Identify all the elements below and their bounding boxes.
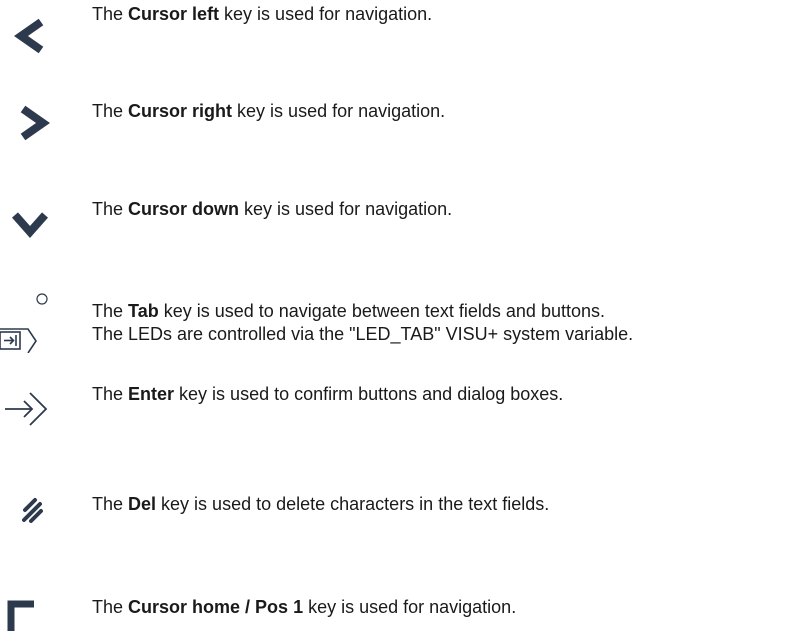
key-name: Cursor left: [128, 4, 220, 24]
key-description-text: The Cursor left key is used for navigati…: [92, 4, 433, 24]
enter-key-icon: [0, 384, 60, 439]
key-name: Cursor home / Pos 1: [128, 597, 304, 617]
key-name: Del: [128, 494, 157, 514]
key-description-text: The Cursor right key is used for navigat…: [92, 101, 446, 121]
chevron-down-icon: [0, 200, 60, 255]
delete-key-icon: [0, 488, 60, 543]
key-description-line-2: The LEDs are controlled via the "LED_TAB…: [92, 324, 634, 344]
led-indicator-icon: [0, 289, 60, 314]
tab-key-icon: [0, 319, 60, 358]
home-key-icon: [0, 598, 60, 636]
key-description-text: The Enter key is used to confirm buttons…: [92, 384, 564, 404]
key-description-text: The Tab key is used to navigate between …: [92, 301, 634, 344]
key-description-text: The Cursor home / Pos 1 key is used for …: [92, 597, 517, 617]
key-name: Cursor right: [128, 101, 233, 121]
chevron-right-icon: [0, 97, 60, 152]
key-description-text: The Cursor down key is used for navigati…: [92, 199, 453, 219]
chevron-left-icon: [0, 8, 60, 63]
key-name: Tab: [128, 301, 159, 321]
key-name: Cursor down: [128, 199, 240, 219]
key-description-text: The Del key is used to delete characters…: [92, 494, 550, 514]
key-name: Enter: [128, 384, 175, 404]
